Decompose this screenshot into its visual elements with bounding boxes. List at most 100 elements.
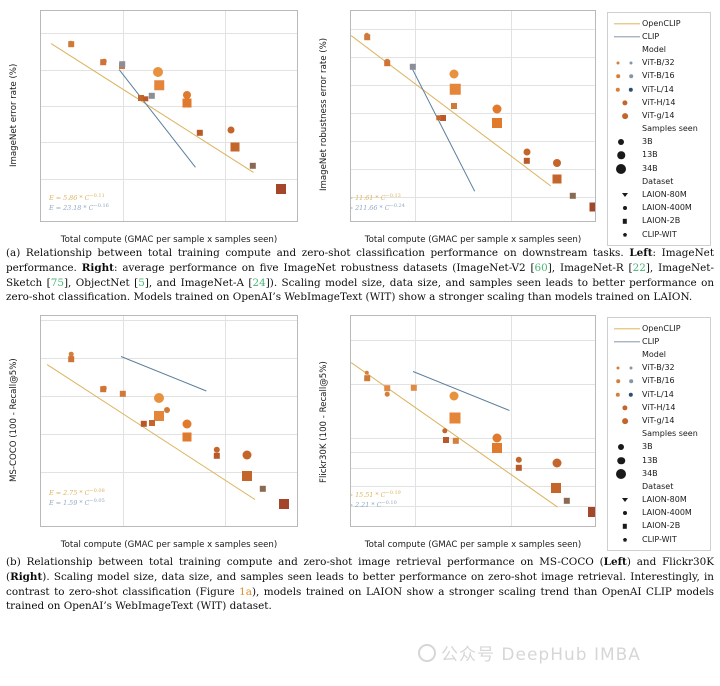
legend-item-vit-g-14[interactable]: ViT-g/14 — [612, 414, 704, 427]
legend-item-laion-2b[interactable]: LAION-2B — [612, 520, 704, 533]
chart-flickr30k: Flickr30K (100 - Recall@5%) 15.51 * C−0.… — [319, 315, 596, 550]
caption-a-text: (a) Relationship between total training … — [6, 247, 630, 259]
legend-label: LAION-400M — [642, 508, 692, 518]
triangle-down-icon — [612, 189, 642, 202]
circle-icon — [612, 507, 642, 520]
data-point-clip — [508, 202, 519, 212]
legend-group-title-dataset: Dataset — [612, 175, 704, 188]
legend-item-vit-h-14[interactable]: ViT-H/14 — [612, 401, 704, 414]
legend-panel-a: OpenCLIP CLIP Model ViT-B/32 ViT-B/16 Vi… — [607, 12, 711, 247]
legend-item-vit-b-32[interactable]: ViT-B/32 — [612, 57, 704, 70]
legend-item-13b[interactable]: 13B — [612, 149, 704, 162]
data-point — [449, 69, 459, 79]
legend-label: LAION-80M — [642, 190, 687, 200]
legend-item-laion-400m[interactable]: LAION-400M — [612, 202, 704, 215]
citation-ref[interactable]: 22 — [633, 262, 646, 274]
legend-item-vit-b-16[interactable]: ViT-B/16 — [612, 375, 704, 388]
data-point — [154, 80, 164, 90]
axis-label-x-flickr30k: Total compute (GMAC per sample x samples… — [364, 540, 582, 551]
fit-equation-clip: E = 23.18 * C−0.16 — [49, 203, 109, 213]
triangle-down-icon — [612, 494, 642, 507]
legend-label: Model — [642, 44, 667, 54]
citation-ref[interactable]: 75 — [51, 277, 64, 289]
legend-item-3b[interactable]: 3B — [612, 441, 704, 454]
citation-ref[interactable]: 24 — [252, 277, 265, 289]
legend-label: ViT-H/14 — [642, 97, 676, 107]
legend-item-clip-wit[interactable]: CLIP-WIT — [612, 228, 704, 241]
chart-mscoco: MS-COCO (100 - Recall@5%) E = 2.75 * C−0… — [9, 315, 298, 550]
legend-label: ViT-B/16 — [642, 71, 675, 81]
data-point — [119, 390, 127, 398]
data-point — [569, 192, 577, 200]
data-point — [154, 411, 164, 422]
data-point — [68, 41, 74, 47]
data-point — [452, 437, 460, 445]
data-point — [213, 452, 221, 460]
data-point — [364, 375, 370, 381]
legend-item-laion-400m[interactable]: LAION-400M — [612, 507, 704, 520]
legend-panel-b: OpenCLIP CLIP Model ViT-B/32 ViT-B/16 Vi… — [607, 317, 711, 552]
legend-label: OpenCLIP — [642, 18, 681, 28]
data-point — [364, 34, 370, 40]
data-point — [242, 471, 252, 482]
citation-ref[interactable]: 5 — [138, 277, 145, 289]
square-icon — [612, 215, 642, 228]
legend-item-3b[interactable]: 3B — [612, 136, 704, 149]
legend-item-clip[interactable]: CLIP — [612, 335, 704, 348]
citation-ref[interactable]: 60 — [535, 262, 548, 274]
legend-label: LAION-400M — [642, 203, 692, 213]
marker-swatch — [612, 441, 642, 454]
legend-label: Samples seen — [642, 429, 698, 439]
watermark-logo-icon — [418, 644, 436, 662]
data-point — [515, 464, 523, 472]
legend-item-13b[interactable]: 13B — [612, 454, 704, 467]
data-point — [552, 174, 562, 184]
fit-equation-openclip: E = 2.75 * C−0.08 — [49, 488, 105, 498]
data-point — [442, 428, 448, 434]
legend-label: CLIP — [642, 336, 660, 346]
legend-item-openclip[interactable]: OpenCLIP — [612, 17, 704, 30]
legend-item-vit-b-16[interactable]: ViT-B/16 — [612, 70, 704, 83]
legend-item-vit-h-14[interactable]: ViT-H/14 — [612, 96, 704, 109]
legend-label: LAION-2B — [642, 521, 681, 531]
legend-item-vit-l-14[interactable]: ViT-L/14 — [612, 83, 704, 96]
marker-swatch — [612, 149, 642, 162]
data-point — [384, 391, 390, 397]
circle-icon — [612, 202, 642, 215]
legend-label: LAION-80M — [642, 495, 687, 505]
data-point — [100, 59, 106, 65]
legend-label: LAION-2B — [642, 216, 681, 226]
fit-equation-openclip: E = 11.61 * C−0.13 — [351, 193, 401, 203]
legend-group-title-samples-seen: Samples seen — [612, 428, 704, 441]
legend-item-vit-l-14[interactable]: ViT-L/14 — [612, 388, 704, 401]
figure-row-a: ImageNet error rate (%) E = 5.86 * C−0.1… — [0, 0, 720, 247]
legend-item-34b[interactable]: 34B — [612, 162, 704, 175]
legend-item-laion-2b[interactable]: LAION-2B — [612, 215, 704, 228]
data-point — [149, 420, 155, 427]
legend-item-openclip[interactable]: OpenCLIP — [612, 322, 704, 335]
legend-item-vit-b-32[interactable]: ViT-B/32 — [612, 362, 704, 375]
openclip-line-swatch — [612, 17, 642, 30]
legend-item-laion-80m[interactable]: LAION-80M — [612, 188, 704, 201]
data-point — [551, 483, 561, 494]
caption-a-text: ], and ImageNet-A [ — [144, 276, 253, 289]
legend-label: Dataset — [642, 481, 674, 491]
legend-item-laion-80m[interactable]: LAION-80M — [612, 494, 704, 507]
legend-label: ViT-B/32 — [642, 363, 675, 373]
legend-label: Model — [642, 350, 667, 360]
openclip-line-swatch — [612, 322, 642, 335]
data-point — [154, 393, 164, 404]
legend-item-clip-wit[interactable]: CLIP-WIT — [612, 533, 704, 546]
legend-label: CLIP — [642, 31, 660, 41]
figure-ref[interactable]: 1a — [239, 586, 252, 598]
axis-label-y-mscoco: MS-COCO (100 - Recall@5%) — [9, 358, 19, 483]
square-icon — [612, 520, 642, 533]
legend-item-vit-g-14[interactable]: ViT-g/14 — [612, 109, 704, 122]
trendline-openclip — [50, 43, 254, 174]
data-point — [523, 157, 531, 165]
fit-equation-openclip: E = 15.51 * C−0.19 — [351, 490, 401, 500]
marker-swatch — [612, 388, 642, 401]
legend-item-34b[interactable]: 34B — [612, 467, 704, 480]
legend-item-clip[interactable]: CLIP — [612, 30, 704, 43]
